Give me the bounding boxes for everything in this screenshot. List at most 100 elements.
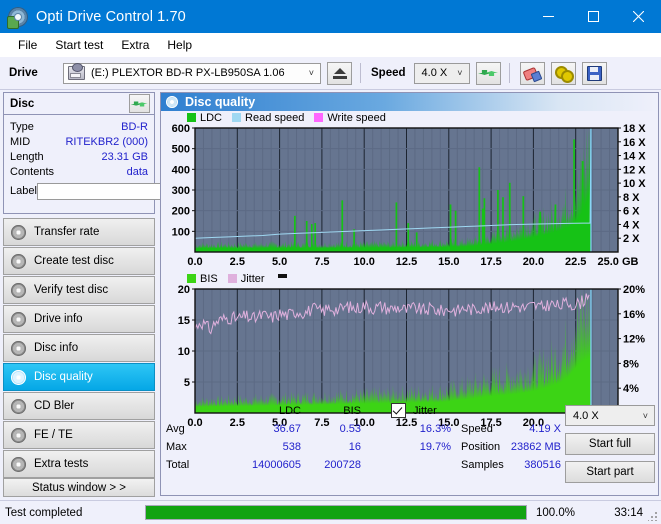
nav-list: Transfer rate Create test disc Verify te… [3,218,155,479]
sidebar-item-label: Drive info [34,313,83,325]
progress-fill [146,506,526,519]
disc-row-value: BD-R [121,120,148,133]
floppy-save-icon [586,65,602,81]
svg-text:0.0: 0.0 [187,256,202,268]
disc-icon [11,224,26,240]
jitter-label: Jitter [413,405,437,417]
svg-text:12 X: 12 X [623,164,646,176]
svg-text:200: 200 [172,206,190,218]
refresh-icon [133,98,146,110]
disc-panel-title: Disc [10,97,35,110]
sidebar-item-label: FE / TE [34,429,73,441]
ldc-read-speed-chart[interactable]: 100 200 300 400 500 600 2 X 4 X6 X 8 X 10 X 12 X14… [161,124,658,272]
legend-swatch-jitter [227,274,237,283]
stats-row-max: Max [166,441,187,453]
legend-swatch-read-speed [232,113,242,122]
stats-col-ldc: LDC [278,405,301,417]
minimize-icon [543,16,554,17]
sidebar-item-drive-info[interactable]: Drive info [3,305,155,333]
jitter-max-value: 19.7% [419,441,451,453]
menu-start-test[interactable]: Start test [46,36,112,54]
sidebar-item-label: Disc quality [34,371,93,383]
svg-text:8%: 8% [623,358,639,370]
stats-col-bis: BIS [343,405,361,417]
svg-text:2.5: 2.5 [230,256,245,268]
drive-label: Drive [9,67,38,79]
statistics-panel: LDC BIS Jitter Avg 36.67 0.53 16.3% Max … [161,403,658,495]
maximize-button[interactable] [571,0,616,33]
erase-button[interactable] [519,61,545,85]
samples-stat-value: 380516 [524,459,561,471]
resize-grip[interactable] [648,511,658,521]
sidebar-item-disc-info[interactable]: Disc info [3,334,155,362]
svg-text:5.0: 5.0 [272,256,287,268]
disc-label-key: Label [10,185,37,197]
drive-select[interactable]: (E:) PLEXTOR BD-R PX-LB950SA 1.06 ˅ [63,62,321,84]
bis-total-value: 200728 [324,459,361,471]
disc-rows: Type BD-R MID RITEKBR2 (000) Length 23.3… [4,115,205,202]
sidebar-item-create-test-disc[interactable]: Create test disc [3,247,155,275]
sidebar-item-label: Verify test disc [34,284,109,296]
menu-help[interactable]: Help [158,36,201,54]
left-panel: Disc Type BD-R MID RITEKBR2 (000) Length… [0,90,205,497]
test-speed-select[interactable]: 4.0 X ˅ [565,405,655,426]
sidebar-item-cd-bler[interactable]: CD Bler [3,392,155,420]
menu-file[interactable]: File [9,36,46,54]
svg-text:8 X: 8 X [623,192,640,204]
progress-percent: 100.0% [536,506,576,519]
eject-icon [332,67,347,79]
svg-text:10: 10 [178,346,190,358]
sidebar-item-extra-tests[interactable]: Extra tests [3,450,155,478]
toolbar-divider-1 [360,63,361,83]
eject-button[interactable] [327,61,352,85]
title-bar: Opti Drive Control 1.70 [0,0,661,33]
disc-icon [11,456,26,472]
svg-text:20: 20 [178,285,190,296]
sidebar-item-label: Disc info [34,342,79,354]
close-button[interactable] [616,0,661,33]
legend-label-bis: BIS [200,272,218,285]
svg-text:400: 400 [172,164,190,176]
speed-select[interactable]: 4.0 X ˅ [413,62,470,84]
status-window-button[interactable]: Status window > > [3,478,155,497]
disc-refresh-button[interactable] [129,94,150,113]
test-speed-value: 4.0 X [573,409,599,422]
svg-text:10.0: 10.0 [353,256,374,268]
svg-text:12.5: 12.5 [396,256,417,268]
svg-text:4 X: 4 X [623,219,640,231]
bis-max-value: 16 [348,441,361,453]
sidebar-item-fe-te[interactable]: FE / TE [3,421,155,449]
svg-text:14 X: 14 X [623,151,646,163]
disc-panel-header: Disc [4,93,154,115]
chart-legend-top: LDC Read speed Write speed [161,111,658,124]
disc-quality-icon [166,96,178,108]
jitter-checkbox[interactable] [391,403,406,418]
disc-row-key: Contents [10,165,55,178]
svg-text:600: 600 [172,124,190,135]
app-icon [7,6,28,29]
disc-row-value: RITEKBR2 (000) [65,135,148,148]
sidebar-item-transfer-rate[interactable]: Transfer rate [3,218,155,246]
svg-text:15: 15 [178,315,190,327]
save-button[interactable] [581,61,607,85]
svg-text:25.0 GB: 25.0 GB [598,256,639,268]
speed-label: Speed [371,67,406,79]
speed-stat-label: Speed [461,423,493,435]
svg-text:10 X: 10 X [623,178,646,190]
sidebar-item-label: CD Bler [34,400,75,412]
chart-top-wrapper: 100 200 300 400 500 600 2 X 4 X6 X 8 X 10 X 12 X 14… [161,124,658,272]
panel-title: Disc quality [185,95,256,109]
sidebar-item-verify-test-disc[interactable]: Verify test disc [3,276,155,304]
bis-avg-value: 0.53 [339,423,361,435]
refresh-button[interactable] [475,61,501,85]
start-full-button[interactable]: Start full [565,433,655,455]
svg-text:20.0: 20.0 [523,256,544,268]
sidebar-item-disc-quality[interactable]: Disc quality [3,363,155,391]
start-part-button[interactable]: Start part [565,461,655,483]
status-text: Test completed [5,506,83,519]
disc-quality-panel: Disc quality LDC Read speed Write speed … [160,92,659,496]
minimize-button[interactable] [526,0,571,33]
menu-extra[interactable]: Extra [112,36,158,54]
settings-button[interactable] [550,61,576,85]
chevron-down-icon: ˅ [457,68,463,78]
